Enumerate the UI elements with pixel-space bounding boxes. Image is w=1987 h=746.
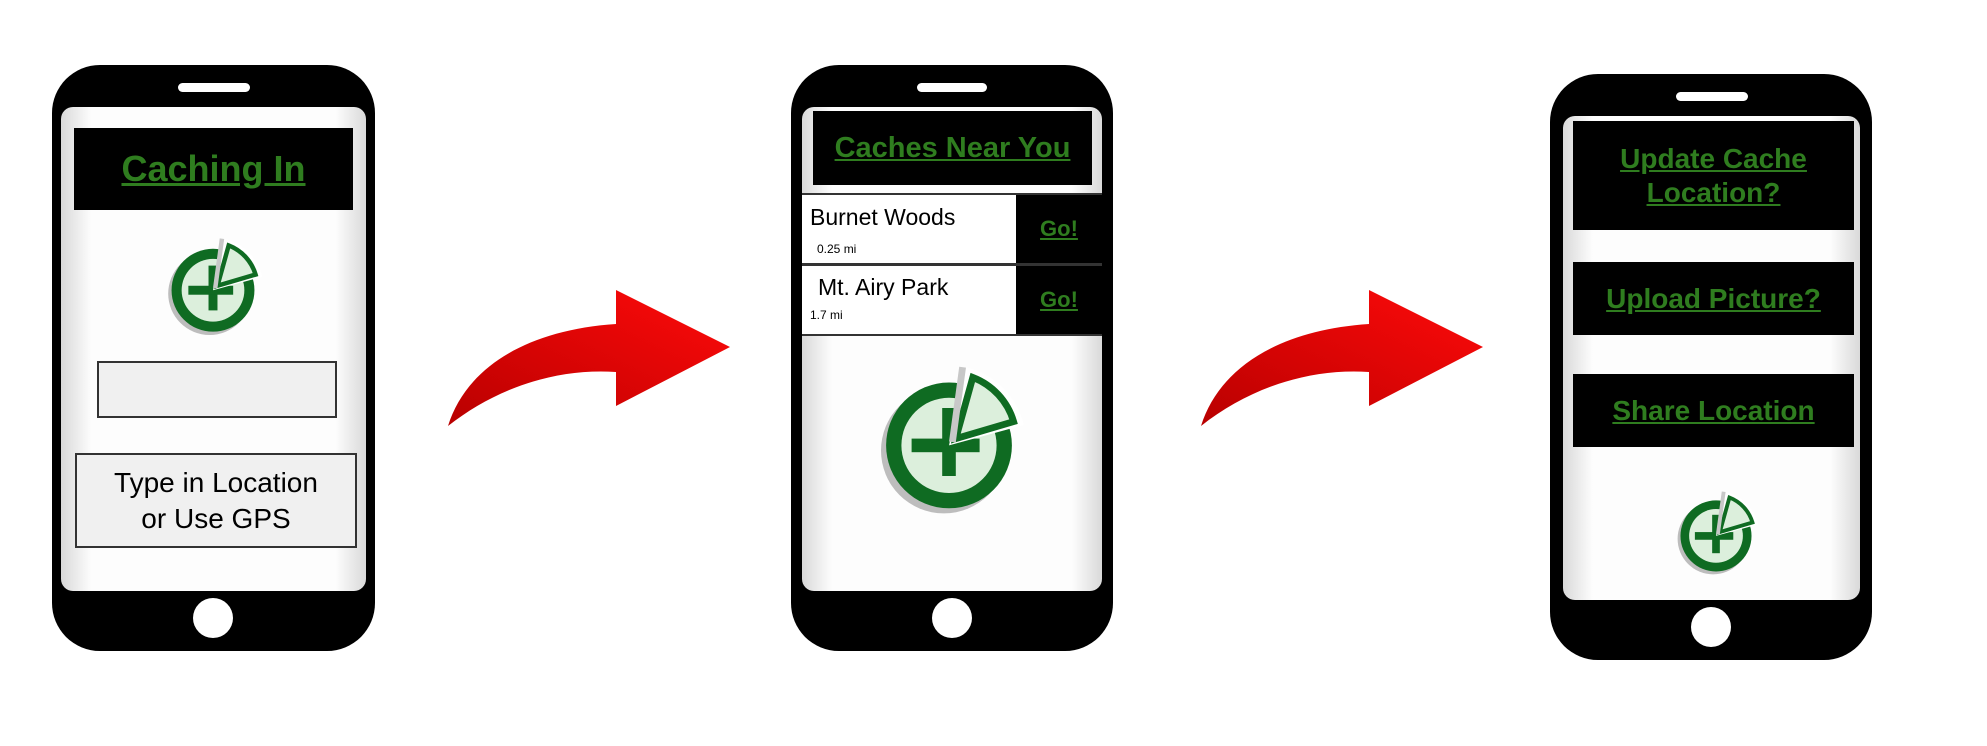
- phone-frame-1: Caching In Type in Location or Use GPS: [52, 65, 375, 651]
- caches-title-bar: Caches Near You: [813, 111, 1092, 185]
- update-location-button[interactable]: Update Cache Location?: [1573, 121, 1854, 230]
- arrow-right-icon: [448, 290, 730, 426]
- go-button[interactable]: Go!: [1016, 266, 1102, 334]
- share-location-button[interactable]: Share Location: [1573, 374, 1854, 447]
- location-input[interactable]: [97, 361, 337, 418]
- geocache-logo-icon: [1677, 491, 1759, 575]
- list-item[interactable]: Burnet Woods 0.25 mi Go!: [802, 193, 1102, 265]
- cache-name: Mt. Airy Park: [818, 274, 949, 300]
- speaker-icon: [1676, 92, 1748, 101]
- screen-2: Caches Near You Burnet Woods 0.25 mi Go!…: [802, 107, 1102, 591]
- upload-label: Upload Picture?: [1606, 282, 1821, 314]
- home-button-icon[interactable]: [932, 598, 972, 638]
- share-label: Share Location: [1612, 394, 1815, 426]
- cache-distance: 1.7 mi: [810, 308, 843, 322]
- geocache-logo-icon: [168, 238, 263, 336]
- screen-3: Update Cache Location? Upload Picture? S…: [1563, 116, 1860, 600]
- cache-name: Burnet Woods: [810, 204, 956, 230]
- home-button-icon[interactable]: [193, 598, 233, 638]
- hint-text-line1: Type in Location: [114, 466, 318, 498]
- location-gps-button[interactable]: Type in Location or Use GPS: [75, 453, 357, 548]
- phone-frame-2: Caches Near You Burnet Woods 0.25 mi Go!…: [791, 65, 1113, 651]
- upload-picture-button[interactable]: Upload Picture?: [1573, 262, 1854, 335]
- arrow-right-icon: [1201, 290, 1483, 426]
- cache-distance: 0.25 mi: [817, 242, 857, 256]
- phone-frame-3: Update Cache Location? Upload Picture? S…: [1550, 74, 1872, 660]
- update-label: Update Cache Location?: [1620, 142, 1807, 208]
- screen-1: Caching In Type in Location or Use GPS: [61, 107, 366, 591]
- geocache-logo-icon: [881, 366, 1024, 514]
- go-button[interactable]: Go!: [1016, 195, 1102, 263]
- page-title: Caches Near You: [834, 131, 1071, 164]
- home-button-icon[interactable]: [1691, 607, 1731, 647]
- page-title: Caching In: [121, 148, 306, 189]
- list-item[interactable]: Mt. Airy Park 1.7 mi Go!: [802, 264, 1102, 336]
- speaker-icon: [917, 83, 987, 92]
- speaker-icon: [178, 83, 250, 92]
- app-title-bar: Caching In: [74, 128, 353, 210]
- hint-text-line2: or Use GPS: [141, 502, 291, 534]
